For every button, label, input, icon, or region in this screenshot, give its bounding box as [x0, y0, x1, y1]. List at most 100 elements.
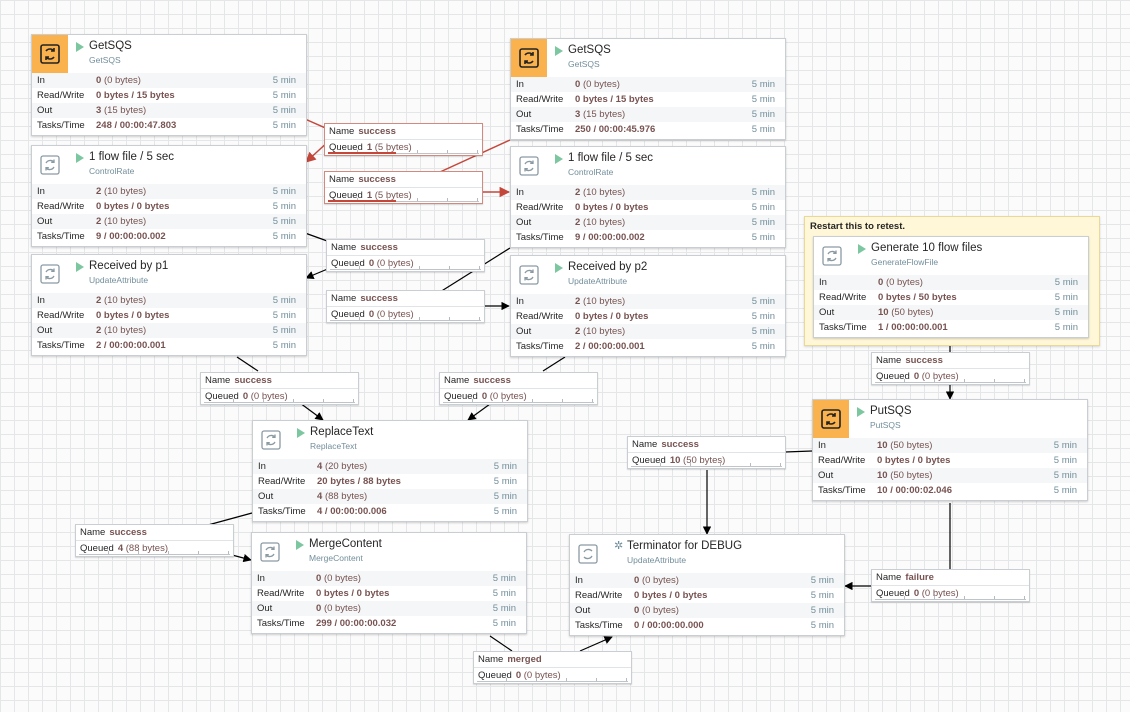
stat-row-in: In 0 (0 bytes) 5 min: [570, 573, 844, 588]
processor-received-p1[interactable]: Received by p1 UpdateAttribute In 2 (10 byt…: [31, 254, 307, 356]
stat-window: 5 min: [751, 187, 775, 198]
stat-value: 0 (0 bytes): [575, 79, 620, 90]
stat-label: Out: [37, 105, 53, 116]
connection-label-rate1-recv1[interactable]: Name success Queued 0 (0 bytes): [326, 239, 485, 272]
stat-row-in: In 2 (10 bytes) 5 min: [32, 293, 306, 308]
connection-name-row: Name success: [325, 172, 482, 187]
flow-canvas[interactable]: Restart this to retest. GetSQS GetSQS In 0 …: [0, 0, 1130, 712]
stat-row-tasks: Tasks/Time 2 / 00:00:00.001 5 min: [511, 339, 785, 354]
stat-label: Read/Write: [516, 311, 564, 322]
connection-label-rate2-recv2[interactable]: Name success Queued 0 (0 bytes): [326, 290, 485, 323]
connection-merge-to-terminator[interactable]: [489, 635, 613, 652]
stat-value: 0 bytes / 0 bytes: [316, 588, 390, 599]
stat-value: 2 (10 bytes): [96, 186, 147, 197]
processor-stats: In 2 (10 bytes) 5 min Read/Write 0 bytes / 0…: [32, 184, 306, 244]
processor-type: MergeContent: [309, 553, 363, 563]
queue-tick: [358, 266, 360, 269]
connection-name-row: Name success: [76, 525, 233, 540]
processor-name: GetSQS: [89, 40, 132, 52]
queue-tick: [689, 463, 691, 466]
processor-replacetext[interactable]: ReplaceText ReplaceText In 4 (20 bytes) 5 mi…: [252, 420, 528, 522]
stat-row-tasks: Tasks/Time 0 / 00:00:00.000 5 min: [570, 618, 844, 633]
connection-label-recv2-replace[interactable]: Name success Queued 0 (0 bytes): [439, 372, 598, 405]
processor-stats: In 2 (10 bytes) 5 min Read/Write 0 bytes / 0…: [32, 293, 306, 353]
processor-stats: In 0 (0 bytes) 5 min Read/Write 0 bytes / 0 …: [570, 573, 844, 633]
stat-row-tasks: Tasks/Time 1 / 00:00:00.001 5 min: [814, 320, 1088, 335]
processor-type: GetSQS: [568, 59, 600, 69]
processor-controlrate-2[interactable]: 1 flow file / 5 sec ControlRate In 2 (10 by…: [510, 146, 786, 248]
connection-label-putsqs-terminator-failure[interactable]: Name failure Queued 0 (0 bytes): [871, 569, 1030, 602]
stat-window: 5 min: [493, 491, 517, 502]
stat-label: Tasks/Time: [516, 232, 564, 243]
stat-value: 2 (10 bytes): [96, 325, 147, 336]
note-text: Restart this to retest.: [810, 221, 906, 232]
connection-queued-row: Queued 4 (88 bytes): [76, 540, 233, 556]
connection-label-getsqs1-rate1[interactable]: Name success Queued 1 (5 bytes): [324, 123, 483, 156]
processor-mergecontent[interactable]: MergeContent MergeContent In 0 (0 bytes) 5 m…: [251, 532, 527, 634]
processor-header: Received by p1 UpdateAttribute: [32, 255, 306, 293]
processor-name: 1 flow file / 5 sec: [89, 151, 175, 163]
connection-queued-row: Queued 0 (0 bytes): [327, 306, 484, 322]
stat-value: 0 (0 bytes): [96, 75, 141, 86]
queue-tick: [447, 198, 449, 201]
stat-window: 5 min: [1053, 440, 1077, 451]
processor-getsqs-1[interactable]: GetSQS GetSQS In 0 (0 bytes) 5 min Read/Write…: [31, 34, 307, 136]
stat-value: 2 (10 bytes): [575, 296, 626, 307]
queue-tick: [964, 379, 966, 382]
running-status-icon: [555, 263, 563, 273]
stat-window: 5 min: [493, 476, 517, 487]
stat-value: 299 / 00:00:00.032: [316, 618, 397, 629]
connection-label-recv1-replace[interactable]: Name success Queued 0 (0 bytes): [200, 372, 359, 405]
processor-terminator-debug[interactable]: ✲ Terminator for DEBUG UpdateAttribute In 0 …: [569, 534, 845, 636]
stat-row-in: In 0 (0 bytes) 5 min: [814, 275, 1088, 290]
connection-name-row: Name merged: [474, 652, 631, 667]
connection-name-label: Name: [478, 654, 504, 665]
queue-tick: [780, 463, 782, 466]
connection-name: failure: [905, 572, 934, 583]
stat-row-tasks: Tasks/Time 4 / 00:00:00.006 5 min: [253, 504, 527, 519]
processor-controlrate-1[interactable]: 1 flow file / 5 sec ControlRate In 2 (10 by…: [31, 145, 307, 247]
stat-row-in: In 0 (0 bytes) 5 min: [32, 73, 306, 88]
processor-received-p2[interactable]: Received by p2 UpdateAttribute In 2 (10 byt…: [510, 255, 786, 357]
queue-bar: [330, 266, 481, 270]
processor-icon: [814, 237, 850, 275]
processor-stats: In 4 (20 bytes) 5 min Read/Write 20 bytes / …: [253, 459, 527, 519]
stat-row-rw: Read/Write 0 bytes / 0 bytes 5 min: [32, 199, 306, 214]
queue-tick: [596, 678, 598, 681]
queue-tick: [323, 399, 325, 402]
stat-window: 5 min: [1054, 277, 1078, 288]
stat-row-in: In 2 (10 bytes) 5 min: [511, 185, 785, 200]
stat-row-rw: Read/Write 20 bytes / 88 bytes 5 min: [253, 474, 527, 489]
connection-label-replace-merge[interactable]: Name success Queued 4 (88 bytes): [75, 524, 234, 557]
processor-stats: In 10 (50 bytes) 5 min Read/Write 0 bytes / …: [813, 438, 1087, 498]
stat-window: 5 min: [1054, 307, 1078, 318]
queue-tick: [262, 399, 264, 402]
queue-tick: [479, 266, 481, 269]
connection-name-label: Name: [876, 355, 902, 366]
processor-stats: In 0 (0 bytes) 5 min Read/Write 0 bytes / 0 …: [252, 571, 526, 631]
stat-row-rw: Read/Write 0 bytes / 15 bytes 5 min: [511, 92, 785, 107]
stat-window: 5 min: [272, 201, 296, 212]
disabled-status-icon: ✲: [614, 540, 624, 552]
processor-header: GetSQS GetSQS: [32, 35, 306, 73]
stat-window: 5 min: [272, 216, 296, 227]
stat-value: 9 / 00:00:00.002: [575, 232, 645, 243]
connection-label-generate-putsqs[interactable]: Name success Queued 0 (0 bytes): [871, 352, 1030, 385]
queue-tick: [419, 317, 421, 320]
connection-queued-row: Queued 0 (0 bytes): [872, 368, 1029, 384]
stat-row-out: Out 4 (88 bytes) 5 min: [253, 489, 527, 504]
stat-row-out: Out 10 (50 bytes) 5 min: [814, 305, 1088, 320]
queue-bar: [328, 198, 479, 202]
queue-tick: [532, 399, 534, 402]
processor-getsqs-2[interactable]: GetSQS GetSQS In 0 (0 bytes) 5 min Read/Write…: [510, 38, 786, 140]
connection-label-merge-terminator[interactable]: Name merged Queued 0 (0 bytes): [473, 651, 632, 684]
stat-row-in: In 4 (20 bytes) 5 min: [253, 459, 527, 474]
processor-putsqs[interactable]: PutSQS PutSQS In 10 (50 bytes) 5 min Read/Wri…: [812, 399, 1088, 501]
stat-window: 5 min: [751, 124, 775, 135]
stat-row-rw: Read/Write 0 bytes / 0 bytes 5 min: [813, 453, 1087, 468]
connection-label-putsqs-terminator-success[interactable]: Name success Queued 10 (50 bytes): [627, 436, 786, 469]
connection-label-getsqs2-rate2[interactable]: Name success Queued 1 (5 bytes): [324, 171, 483, 204]
processor-generate-flow-files[interactable]: Generate 10 flow files GenerateFlowFile In…: [813, 236, 1089, 338]
running-status-icon: [76, 42, 84, 52]
stat-value: 0 (0 bytes): [316, 573, 361, 584]
